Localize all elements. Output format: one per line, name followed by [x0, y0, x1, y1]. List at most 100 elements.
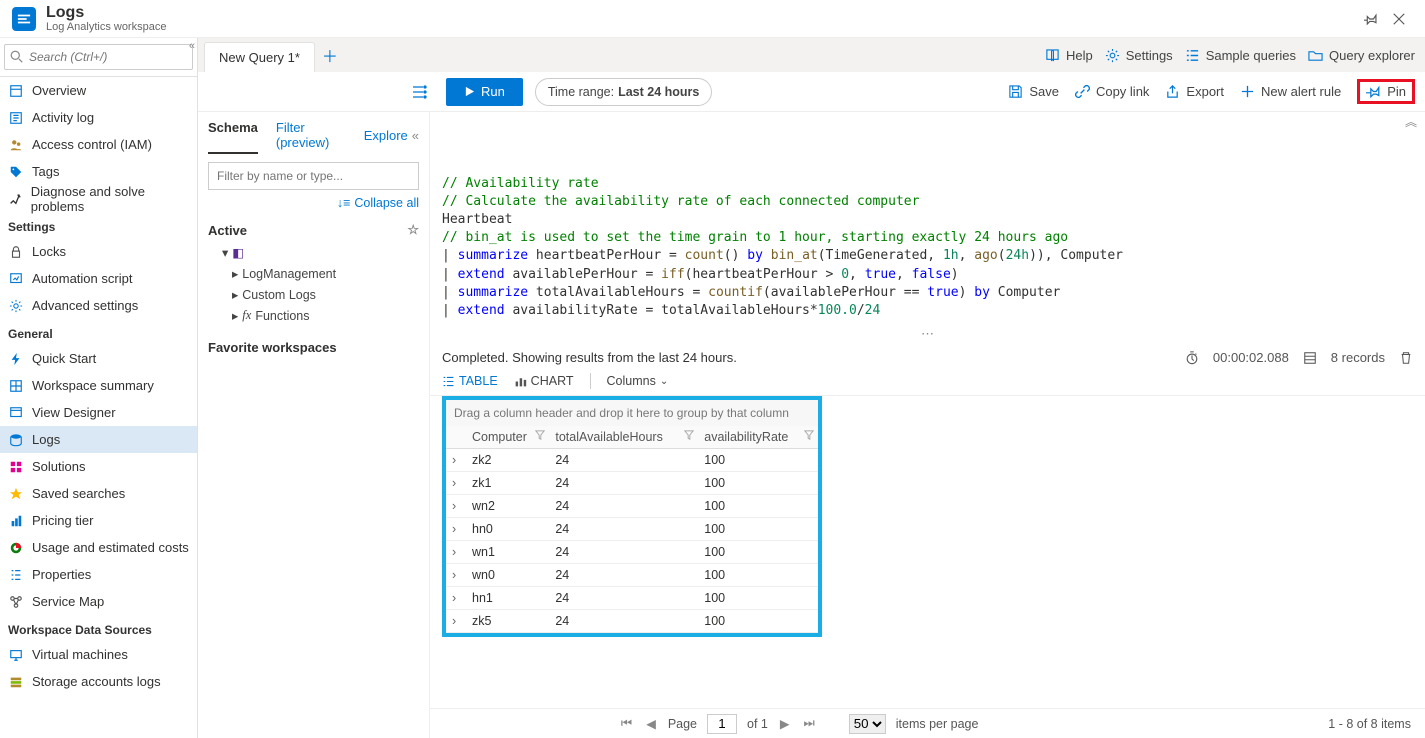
filter-icon[interactable]: [684, 430, 694, 440]
export-button[interactable]: Export: [1165, 84, 1224, 99]
schema-node[interactable]: ▸ LogManagement: [208, 263, 419, 284]
schema-active-header[interactable]: Active ☆: [208, 218, 419, 242]
star-icon[interactable]: ☆: [407, 222, 419, 238]
page-size-select[interactable]: 50: [849, 714, 886, 734]
schema-tab-explore[interactable]: Explore«: [364, 120, 419, 154]
sidebar-item-logs[interactable]: Logs: [0, 426, 197, 453]
sidebar-item-usage-and-estimated-costs[interactable]: Usage and estimated costs: [0, 534, 197, 561]
tab-add-button[interactable]: ＋: [315, 38, 345, 72]
table-row[interactable]: ›zk124100: [446, 472, 818, 495]
sidebar-item-tags[interactable]: Tags: [0, 158, 197, 185]
sidebar-item-storage-accounts-logs[interactable]: Storage accounts logs: [0, 668, 197, 695]
sample-queries-button[interactable]: Sample queries: [1185, 48, 1296, 63]
expand-up-icon[interactable]: ︽: [1405, 114, 1417, 131]
pin-icon: [1366, 84, 1381, 99]
collapse-all-button[interactable]: ↓≡Collapse all: [208, 196, 419, 210]
close-icon[interactable]: [1385, 5, 1413, 33]
sidebar-item-automation-script[interactable]: Automation script: [0, 265, 197, 292]
sidebar-search-input[interactable]: [4, 44, 193, 70]
expand-row-icon[interactable]: ›: [446, 541, 466, 564]
table-row[interactable]: ›hn024100: [446, 518, 818, 541]
quick-icon: [8, 351, 24, 367]
tags-icon: [8, 164, 24, 180]
page-input[interactable]: [707, 714, 737, 734]
table-row[interactable]: ›wn224100: [446, 495, 818, 518]
column-header[interactable]: availabilityRate: [698, 426, 818, 449]
expand-row-icon[interactable]: ›: [446, 610, 466, 633]
sidebar-item-label: Advanced settings: [32, 298, 138, 313]
group-drop-zone[interactable]: Drag a column header and drop it here to…: [446, 400, 818, 426]
filter-toggle-icon[interactable]: [412, 84, 436, 100]
schema-node[interactable]: ▸ Custom Logs: [208, 284, 419, 305]
query-explorer-button[interactable]: Query explorer: [1308, 48, 1415, 63]
sidebar-item-saved-searches[interactable]: Saved searches: [0, 480, 197, 507]
copy-link-button[interactable]: Copy link: [1075, 84, 1149, 99]
sidebar-collapse-icon[interactable]: «: [189, 40, 195, 52]
sidebar-item-label: Automation script: [32, 271, 132, 286]
help-button[interactable]: Help: [1045, 48, 1093, 63]
table-view-tab[interactable]: TABLE: [442, 374, 498, 388]
sidebar-item-service-map[interactable]: Service Map: [0, 588, 197, 615]
expand-row-icon[interactable]: ›: [446, 587, 466, 610]
sidebar-item-label: Saved searches: [32, 486, 125, 501]
expand-row-icon[interactable]: ›: [446, 449, 466, 472]
sidebar-item-virtual-machines[interactable]: Virtual machines: [0, 641, 197, 668]
table-row[interactable]: ›wn124100: [446, 541, 818, 564]
sidebar-item-workspace-summary[interactable]: Workspace summary: [0, 372, 197, 399]
sidebar-item-label: Solutions: [32, 459, 85, 474]
expand-row-icon[interactable]: ›: [446, 518, 466, 541]
action-bar: Run Time range: Last 24 hours Save Copy …: [198, 72, 1425, 112]
table-row[interactable]: ›hn124100: [446, 587, 818, 610]
tab-new-query[interactable]: New Query 1*: [204, 42, 315, 72]
prev-page-button[interactable]: ◀: [644, 716, 658, 731]
workspace-icon: ◧: [232, 245, 244, 260]
expand-row-icon[interactable]: ›: [446, 495, 466, 518]
sidebar-item-access-control-iam-[interactable]: Access control (IAM): [0, 131, 197, 158]
delete-icon[interactable]: [1399, 351, 1413, 365]
sidebar-item-properties[interactable]: Properties: [0, 561, 197, 588]
sidebar-item-quick-start[interactable]: Quick Start: [0, 345, 197, 372]
chart-view-tab[interactable]: CHART: [514, 374, 574, 388]
pin-header-icon[interactable]: [1357, 5, 1385, 33]
properties-icon: [8, 567, 24, 583]
sidebar-item-overview[interactable]: Overview: [0, 77, 197, 104]
filter-icon[interactable]: [535, 430, 545, 440]
sidebar-item-view-designer[interactable]: View Designer: [0, 399, 197, 426]
table-row[interactable]: ›zk524100: [446, 610, 818, 633]
run-button[interactable]: Run: [446, 78, 523, 106]
sidebar-item-diagnose-and-solve-problems[interactable]: Diagnose and solve problems: [0, 185, 197, 212]
sidebar-item-pricing-tier[interactable]: Pricing tier: [0, 507, 197, 534]
expand-row-icon[interactable]: ›: [446, 564, 466, 587]
time-range-picker[interactable]: Time range: Last 24 hours: [535, 78, 713, 106]
expand-row-icon[interactable]: ›: [446, 472, 466, 495]
schema-tab-filter[interactable]: Filter (preview): [276, 120, 346, 154]
schema-node[interactable]: ▸ fx Functions: [208, 305, 419, 326]
page-label: Page: [668, 717, 697, 731]
schema-workspace-node[interactable]: ▾◧: [208, 242, 419, 263]
sidebar-item-label: Workspace summary: [32, 378, 154, 393]
sidebar-item-locks[interactable]: Locks: [0, 238, 197, 265]
settings-button[interactable]: Settings: [1105, 48, 1173, 63]
sidebar-item-advanced-settings[interactable]: Advanced settings: [0, 292, 197, 319]
schema-filter-input[interactable]: [208, 162, 419, 190]
columns-button[interactable]: Columns⌄: [607, 374, 669, 388]
column-header[interactable]: Computer: [466, 426, 549, 449]
pin-button[interactable]: Pin: [1357, 79, 1415, 104]
first-page-button[interactable]: ⏮: [619, 716, 634, 731]
save-button[interactable]: Save: [1008, 84, 1059, 99]
sidebar-item-solutions[interactable]: Solutions: [0, 453, 197, 480]
page-title: Logs: [46, 4, 166, 22]
new-alert-rule-button[interactable]: New alert rule: [1240, 84, 1341, 99]
table-row[interactable]: ›wn024100: [446, 564, 818, 587]
saved-icon: [8, 486, 24, 502]
column-header[interactable]: totalAvailableHours: [549, 426, 698, 449]
resize-handle[interactable]: ⋯: [430, 324, 1425, 344]
sidebar-item-activity-log[interactable]: Activity log: [0, 104, 197, 131]
table-row[interactable]: ›zk224100: [446, 449, 818, 472]
filter-icon[interactable]: [804, 430, 814, 440]
last-page-button[interactable]: ⏭: [802, 716, 817, 731]
search-icon: [10, 50, 23, 63]
schema-tab-schema[interactable]: Schema: [208, 120, 258, 154]
next-page-button[interactable]: ▶: [778, 716, 792, 731]
query-editor[interactable]: ︽ // Availability rate// Calculate the a…: [430, 112, 1425, 324]
